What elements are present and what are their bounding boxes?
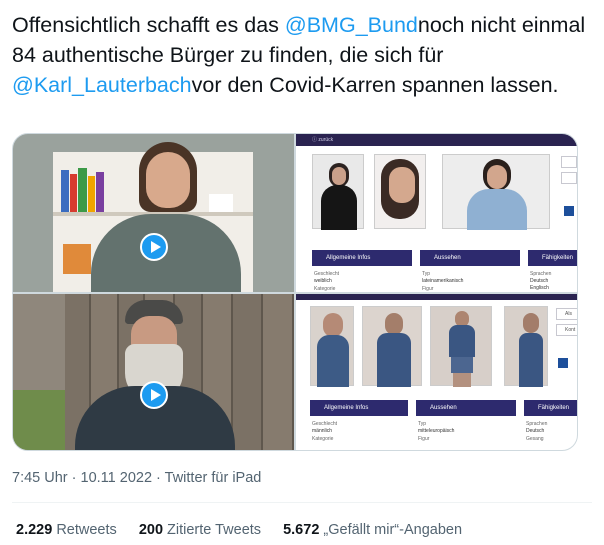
profile-heading-appearance: Aussehen <box>416 400 516 416</box>
profile-photo-1 <box>310 306 354 387</box>
profile-side-button-1[interactable]: Als <box>556 308 577 320</box>
profile-photo-3 <box>430 306 492 387</box>
tweet-date[interactable]: 10.11 2022 <box>81 470 153 486</box>
likes-label: „Gefällt mir“-Angaben <box>319 522 463 538</box>
profile-heading-skills: Fähigkeiten <box>528 250 577 266</box>
tweet-time[interactable]: 7:45 Uhr <box>12 470 68 486</box>
retweets-count: 2.229 <box>16 522 53 538</box>
profile-side-button-1[interactable] <box>561 156 577 168</box>
tweet-source[interactable]: Twitter für iPad <box>165 470 262 486</box>
video-thumbnail-man[interactable] <box>13 294 294 450</box>
casting-profile-woman-screenshot[interactable]: ⓘ zurück Allgemeine Infos Aussehen Fähig… <box>296 134 577 292</box>
profile-field: Typ <box>422 271 431 277</box>
likes-stat[interactable]: 5.672 „Gefällt mir“-Angaben <box>283 522 462 538</box>
tweet-stats: 2.229 Retweets 200 Zitierte Tweets 5.672… <box>16 522 480 538</box>
profile-field: Englisch <box>530 285 549 291</box>
profile-field: Deutsch <box>526 428 545 434</box>
profile-photo-2 <box>362 306 422 387</box>
profile-photo-4 <box>504 306 548 387</box>
profile-field: Typ <box>418 421 427 427</box>
profile-field: mitteleuropäisch <box>418 428 455 434</box>
likes-count: 5.672 <box>283 522 320 538</box>
profile-field: Deutsch <box>530 278 549 284</box>
profile-back-label: ⓘ zurück <box>312 137 334 143</box>
profile-photo-3 <box>442 154 550 230</box>
video-thumbnail-woman[interactable] <box>13 134 294 292</box>
profile-field: weiblich <box>314 278 332 284</box>
profile-field: Figur <box>422 286 434 292</box>
media-grid: ⓘ zurück Allgemeine Infos Aussehen Fähig… <box>12 133 578 451</box>
woman-face <box>146 152 190 208</box>
facebook-icon[interactable] <box>558 358 568 368</box>
grass <box>13 390 65 450</box>
profile-heading-appearance: Aussehen <box>420 250 520 266</box>
mention-bmg-bund[interactable]: @BMG_Bund <box>285 13 418 37</box>
meta-separator: · <box>67 470 81 486</box>
play-icon[interactable] <box>140 381 168 409</box>
meta-separator: · <box>152 470 165 486</box>
profile-field: Sprachen <box>526 421 548 427</box>
profile-field: Sprachen <box>530 271 552 277</box>
profile-field: lateinamerikanisch <box>422 278 464 284</box>
retweets-stat[interactable]: 2.229 Retweets <box>16 522 117 538</box>
profile-heading-general: Allgemeine Infos <box>312 250 412 266</box>
profile-photo-1 <box>312 154 364 230</box>
profile-field: Geschlecht <box>312 421 338 427</box>
profile-heading-general: Allgemeine Infos <box>310 400 408 416</box>
casting-profile-man-screenshot[interactable]: Als Kont Allgemeine Infos Aussehen Fähig… <box>296 294 577 450</box>
tweet-meta: 7:45 Uhr · 10.11 2022 · Twitter für iPad <box>12 470 261 486</box>
profile-top-bar: ⓘ zurück <box>296 134 577 146</box>
video-scene-woman <box>13 134 294 292</box>
profile-field: Kategorie <box>314 286 336 292</box>
video-scene-man <box>13 294 294 450</box>
quote-tweets-count: 200 <box>138 522 164 538</box>
play-icon[interactable] <box>140 233 168 261</box>
profile-field: männlich <box>312 428 333 434</box>
tweet-text-part-3: vor den Covid-Karren spannen lassen. <box>191 73 559 97</box>
profile-field: Geschlecht <box>314 271 340 277</box>
profile-side-button-2[interactable]: Kont <box>556 324 577 336</box>
profile-field: Figur <box>418 436 430 442</box>
quote-tweets-label: Zitierte Tweets <box>163 522 262 538</box>
divider <box>12 502 592 503</box>
profile-field: Gesang <box>526 436 544 442</box>
facebook-icon[interactable] <box>564 206 574 216</box>
profile-side-button-label: Als <box>565 311 572 317</box>
profile-side-button-label: Kont <box>565 327 576 333</box>
quote-tweets-stat[interactable]: 200 Zitierte Tweets <box>139 522 261 538</box>
tweet-text-part-1: Offensichtlich schafft es das <box>12 13 285 37</box>
profile-side-button-2[interactable] <box>561 172 577 184</box>
tweet-text: Offensichtlich schafft es das @BMG_Bundn… <box>12 10 592 100</box>
profile-heading-skills: Fähigkeiten <box>524 400 577 416</box>
mention-karl-lauterbach[interactable]: @Karl_Lauterbach <box>12 73 192 97</box>
profile-top-bar <box>296 294 577 300</box>
profile-field: Kategorie <box>312 436 334 442</box>
retweets-label: Retweets <box>52 522 117 538</box>
profile-photo-2 <box>374 154 426 229</box>
